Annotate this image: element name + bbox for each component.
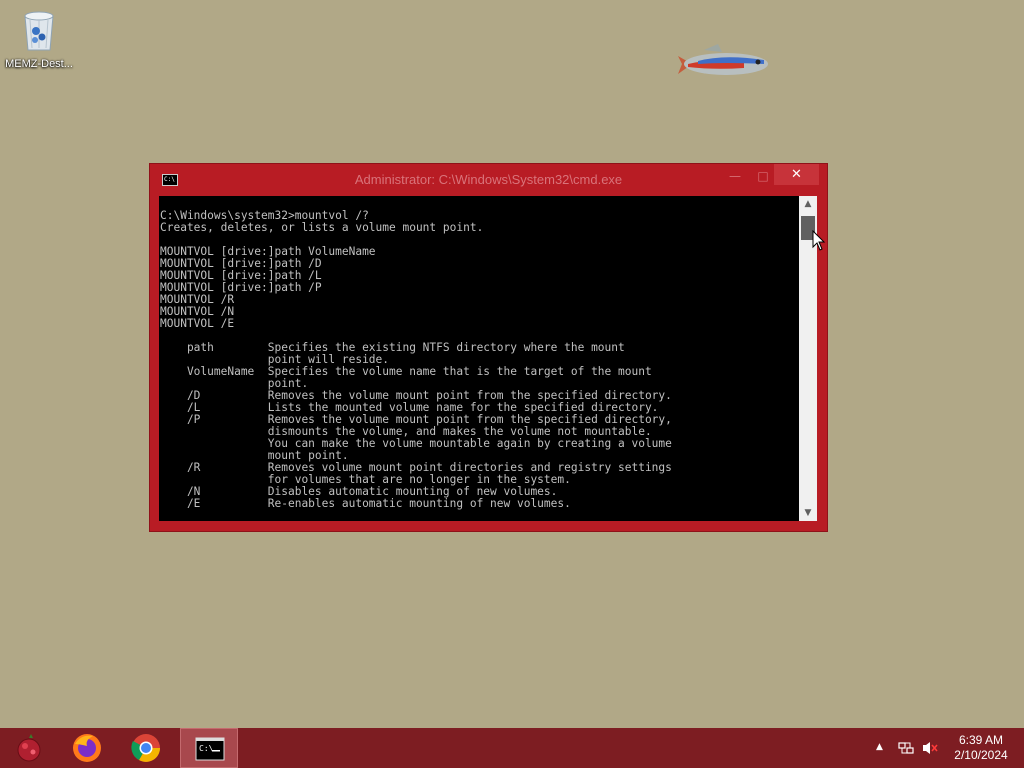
clock-time: 6:39 AM	[958, 733, 1004, 747]
network-icon[interactable]	[898, 740, 914, 760]
scroll-down-icon[interactable]: ▼	[799, 505, 817, 521]
memz-icon	[17, 734, 41, 762]
svg-text:C:\: C:\	[199, 744, 214, 753]
taskbar-memz[interactable]	[0, 728, 58, 768]
minimize-button[interactable]: —	[722, 166, 748, 186]
mouse-cursor-icon	[812, 229, 826, 252]
clock-date: 2/10/2024	[954, 748, 1008, 762]
taskbar-cmd[interactable]: C:\	[180, 728, 238, 768]
cmd-window[interactable]: C:\ Administrator: C:\Windows\System32\c…	[150, 164, 827, 531]
firefox-icon	[73, 734, 101, 762]
recycle-bin-icon	[19, 6, 59, 54]
chrome-icon	[131, 734, 160, 762]
desktop-icon-memz[interactable]: MEMZ-Dest...	[2, 6, 76, 70]
taskbar-clock[interactable]: 6:39 AM 2/10/2024	[948, 733, 1014, 763]
window-titlebar[interactable]: C:\ Administrator: C:\Windows\System32\c…	[150, 164, 827, 196]
taskbar: C:\ ▲ 6:39 AM 2/10/2024	[0, 728, 1024, 768]
close-button[interactable]: ✕	[774, 164, 819, 185]
console-text: C:\Windows\system32>mountvol /? Creates,…	[160, 209, 672, 510]
taskbar-chrome[interactable]	[117, 728, 175, 768]
maximize-button[interactable]: □	[750, 166, 776, 186]
cmd-icon: C:\	[195, 737, 225, 761]
show-hidden-icons-button[interactable]: ▲	[876, 742, 883, 752]
console-output[interactable]: C:\Windows\system32>mountvol /? Creates,…	[159, 196, 799, 521]
fish-image	[674, 40, 770, 84]
volume-muted-icon[interactable]	[922, 740, 938, 760]
scroll-up-icon[interactable]: ▲	[799, 196, 817, 212]
taskbar-firefox[interactable]	[58, 728, 116, 768]
desktop-icon-label: MEMZ-Dest...	[5, 58, 73, 70]
